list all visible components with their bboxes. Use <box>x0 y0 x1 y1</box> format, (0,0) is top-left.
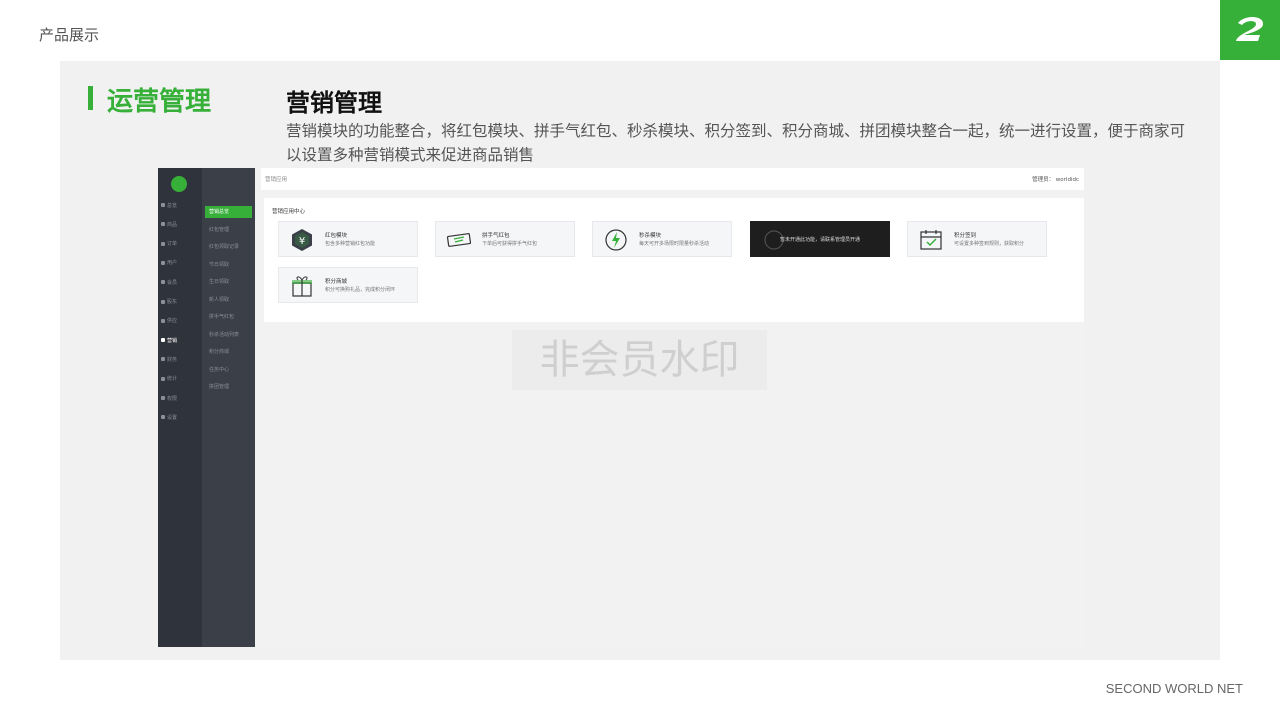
feature-title: 营销管理 <box>286 89 382 117</box>
module-locked[interactable]: 暂未开通此功能，请联系管理员开通 <box>750 221 890 257</box>
sidebar-item-label: 股东 <box>167 299 178 305</box>
slide: 产品展示 运营管理 营销管理 营销模块的功能整合，将红包模块、拼手气红包、秒杀模… <box>0 0 1280 720</box>
sidebar-item-label: 权限 <box>167 395 178 402</box>
menu-icon <box>161 222 165 227</box>
sidebar-item[interactable]: 订单 <box>158 237 202 251</box>
module-desc: 包含多种营销红包功能 <box>325 241 376 247</box>
submenu-item[interactable]: 积分商城 <box>205 346 252 358</box>
section-title: 运营管理 <box>107 87 212 117</box>
menu-icon <box>161 241 165 246</box>
sidebar-item[interactable]: 总览 <box>158 198 202 212</box>
page-top-label: 产品展示 <box>39 26 100 44</box>
menu-icon <box>161 260 165 265</box>
submenu-item[interactable]: 红包领取记录 <box>205 241 252 253</box>
menu-icon <box>161 415 165 420</box>
menu-icon <box>161 299 165 304</box>
sidebar-item-label: 统计 <box>167 376 178 383</box>
sidebar-item-label: 订单 <box>167 241 178 248</box>
logo-mark-icon <box>1236 17 1264 41</box>
sidebar-item-label: 营销 <box>167 337 178 344</box>
sidebar-item[interactable]: 营销 <box>158 333 202 347</box>
menu-icon <box>161 357 165 362</box>
sidebar-item-label: 总览 <box>167 202 178 209</box>
module-flash-sale[interactable]: 秒杀模块 每天可开多场限时限量秒杀活动 <box>592 221 732 257</box>
sidebar-item[interactable]: 权限 <box>158 391 202 405</box>
module-lucky-packet[interactable]: 拼手气红包 下单后可获得拼手气红包 <box>435 221 575 257</box>
sidebar-item[interactable]: 会员 <box>158 275 202 289</box>
section-accent-bar <box>88 86 93 110</box>
watermark: 非会员水印 <box>512 330 767 390</box>
module-name: 红包模块 <box>325 233 348 239</box>
module-name: 积分签到 <box>954 233 977 239</box>
sidebar-item-label: 设置 <box>167 414 178 421</box>
svg-text:¥: ¥ <box>299 236 305 247</box>
lightning-icon <box>597 226 635 253</box>
breadcrumb: 营销应用 <box>265 177 288 183</box>
sidebar-item[interactable]: 商品 <box>158 217 202 231</box>
footer-brand: SECOND WORLD NET <box>1105 681 1243 696</box>
menu-icon <box>161 396 165 400</box>
module-desc: 每天可开多场限时限量秒杀活动 <box>639 241 710 247</box>
primary-sidebar: 总览商品订单用户会员股东供应营销财务统计权限设置 <box>158 168 202 647</box>
sidebar-item[interactable]: 用户 <box>158 256 202 270</box>
module-desc: 可设置多种签到规则，获取积分 <box>954 241 1025 247</box>
menu-icon <box>161 376 165 381</box>
secondary-sidebar: 营销总览红包管理红包领取记录 节日领取生日领取新人领取拼手气红包秒杀活动列表 积分商… <box>202 168 255 647</box>
module-desc: 下单后可获得拼手气红包 <box>482 241 538 247</box>
calendar-check-icon <box>912 226 950 253</box>
ticket-icon <box>440 226 478 253</box>
menu-icon <box>161 318 165 323</box>
sidebar-item-label: 会员 <box>167 279 178 286</box>
module-desc: 积分可换购礼品，完成积分闭环 <box>325 287 396 293</box>
brand-logo <box>1220 0 1280 60</box>
sidebar-item-label: 供应 <box>167 318 178 325</box>
sidebar-item-label: 用户 <box>167 260 178 267</box>
admin-screenshot: 总览 商品 订单 用户 会员 股东 供应 营销 财务 统计 权限 设置 营销总览 红包管理 红包领取记录节… <box>158 168 1084 647</box>
submenu-item[interactable]: 新人领取 <box>205 294 252 306</box>
submenu-item[interactable]: 秒杀活动列表 <box>205 329 252 341</box>
sidebar-item[interactable]: 财务 <box>158 352 202 366</box>
sidebar-item[interactable]: 股东 <box>158 295 202 309</box>
module-red-packet[interactable]: ¥ 红包模块 包含多种营销红包功能 <box>278 221 418 257</box>
sidebar-item-label: 财务 <box>167 356 178 363</box>
menu-icon <box>161 203 165 207</box>
submenu-item[interactable]: 节日领取 <box>205 259 252 271</box>
locked-message: 暂未开通此功能，请联系管理员开通 <box>779 237 860 243</box>
module-sign-in[interactable]: 积分签到 可设置多种签到规则，获取积分 <box>907 221 1047 257</box>
admin-user-label[interactable]: 管理员： worldidc <box>1032 175 1079 183</box>
app-logo <box>171 176 187 192</box>
module-name: 拼手气红包 <box>482 233 510 239</box>
sidebar-item[interactable]: 统计 <box>158 372 202 386</box>
submenu-item[interactable]: 生日领取 <box>205 276 252 288</box>
submenu-item[interactable]: 营销总览 <box>205 206 252 218</box>
submenu-item[interactable]: 拼团管理 <box>205 381 252 393</box>
card-title: 营销应用中心 <box>272 209 306 215</box>
sidebar-item[interactable]: 设置 <box>158 410 202 424</box>
feature-description: 营销模块的功能整合，将红包模块、拼手气红包、秒杀模块、积分签到、积分商城、拼团模… <box>286 122 1186 164</box>
menu-icon <box>161 338 165 343</box>
module-points-mall[interactable]: 积分商城 积分可换购礼品，完成积分闭环 <box>278 267 418 303</box>
submenu-item[interactable]: 任务中心 <box>205 364 252 376</box>
module-name: 积分商城 <box>325 279 348 285</box>
submenu-item[interactable]: 红包管理 <box>205 224 252 236</box>
module-name: 秒杀模块 <box>639 233 662 239</box>
menu-icon <box>161 280 165 285</box>
gift-icon <box>283 272 321 299</box>
sidebar-item[interactable]: 供应 <box>158 314 202 328</box>
marketing-center-card: 营销应用中心 ¥ 红包模块 包含多种营销红包功能 拼手气红包 下单后可获得拼手气… <box>264 198 1084 322</box>
hexagon-yen-icon: ¥ <box>283 226 321 253</box>
app-topbar: 营销应用 管理员： worldidc <box>261 168 1084 190</box>
submenu-item[interactable]: 拼手气红包 <box>205 311 252 323</box>
sidebar-item-label: 商品 <box>167 221 178 228</box>
